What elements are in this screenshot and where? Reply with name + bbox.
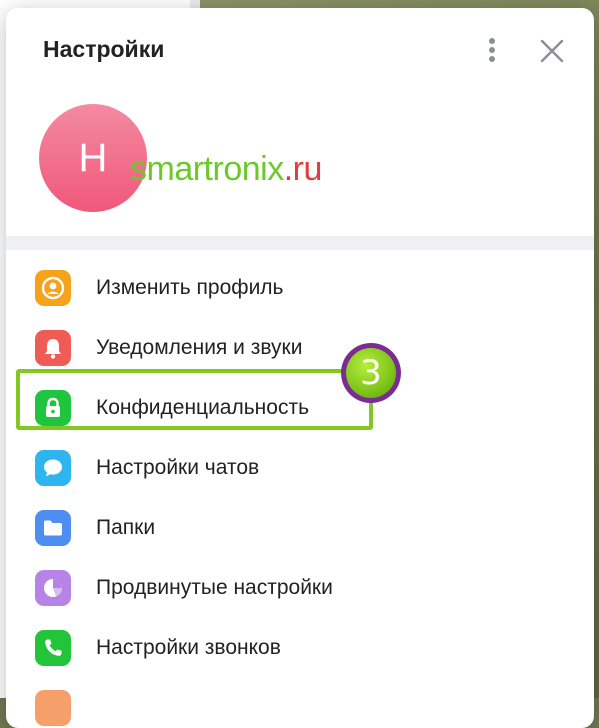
menu-item-label: Уведомления и звуки [96, 336, 303, 359]
section-divider [6, 236, 594, 250]
menu-item-edit-profile[interactable]: Изменить профиль [6, 258, 594, 318]
folder-icon [35, 510, 71, 546]
avatar-letter: H [78, 135, 108, 180]
menu-item-calls[interactable]: Настройки звонков [6, 618, 594, 678]
pie-chart-icon [35, 570, 71, 606]
menu-item-notifications[interactable]: Уведомления и звуки [6, 318, 594, 378]
step-badge: 3 [341, 343, 401, 403]
watermark-tld: .ru [283, 150, 323, 188]
chat-bubble-icon [35, 450, 71, 486]
menu-item-privacy[interactable]: Конфиденциальность [6, 378, 594, 438]
settings-modal: Настройки H smartronix.ru Изменить профи… [6, 8, 594, 728]
menu-item-label: Продвинутые настройки [96, 576, 333, 599]
modal-title: Настройки [43, 36, 165, 62]
lock-icon [35, 390, 71, 426]
close-icon[interactable] [538, 37, 566, 65]
menu-item-label: Изменить профиль [96, 276, 284, 299]
menu-item-partial[interactable] [6, 678, 594, 728]
menu-item-chat-settings[interactable]: Настройки чатов [6, 438, 594, 498]
watermark-main: smartronix [130, 150, 284, 188]
user-icon [35, 270, 71, 306]
step-number: 3 [346, 348, 396, 398]
partial-menu-icon [35, 690, 71, 726]
modal-header: Настройки [6, 8, 594, 94]
settings-menu: Изменить профиль Уведомления и звуки Кон… [6, 258, 594, 728]
menu-item-label: Настройки звонков [96, 636, 281, 659]
menu-item-label: Конфиденциальность [96, 396, 310, 419]
menu-item-advanced[interactable]: Продвинутые настройки [6, 558, 594, 618]
menu-item-label: Папки [96, 516, 156, 539]
bell-icon [35, 330, 71, 366]
watermark-logo: smartronix.ru [130, 150, 322, 189]
menu-item-label: Настройки чатов [96, 456, 260, 479]
phone-icon [35, 630, 71, 666]
more-options-icon[interactable] [480, 36, 504, 66]
menu-item-folders[interactable]: Папки [6, 498, 594, 558]
profile-section: H smartronix.ru [6, 94, 594, 236]
